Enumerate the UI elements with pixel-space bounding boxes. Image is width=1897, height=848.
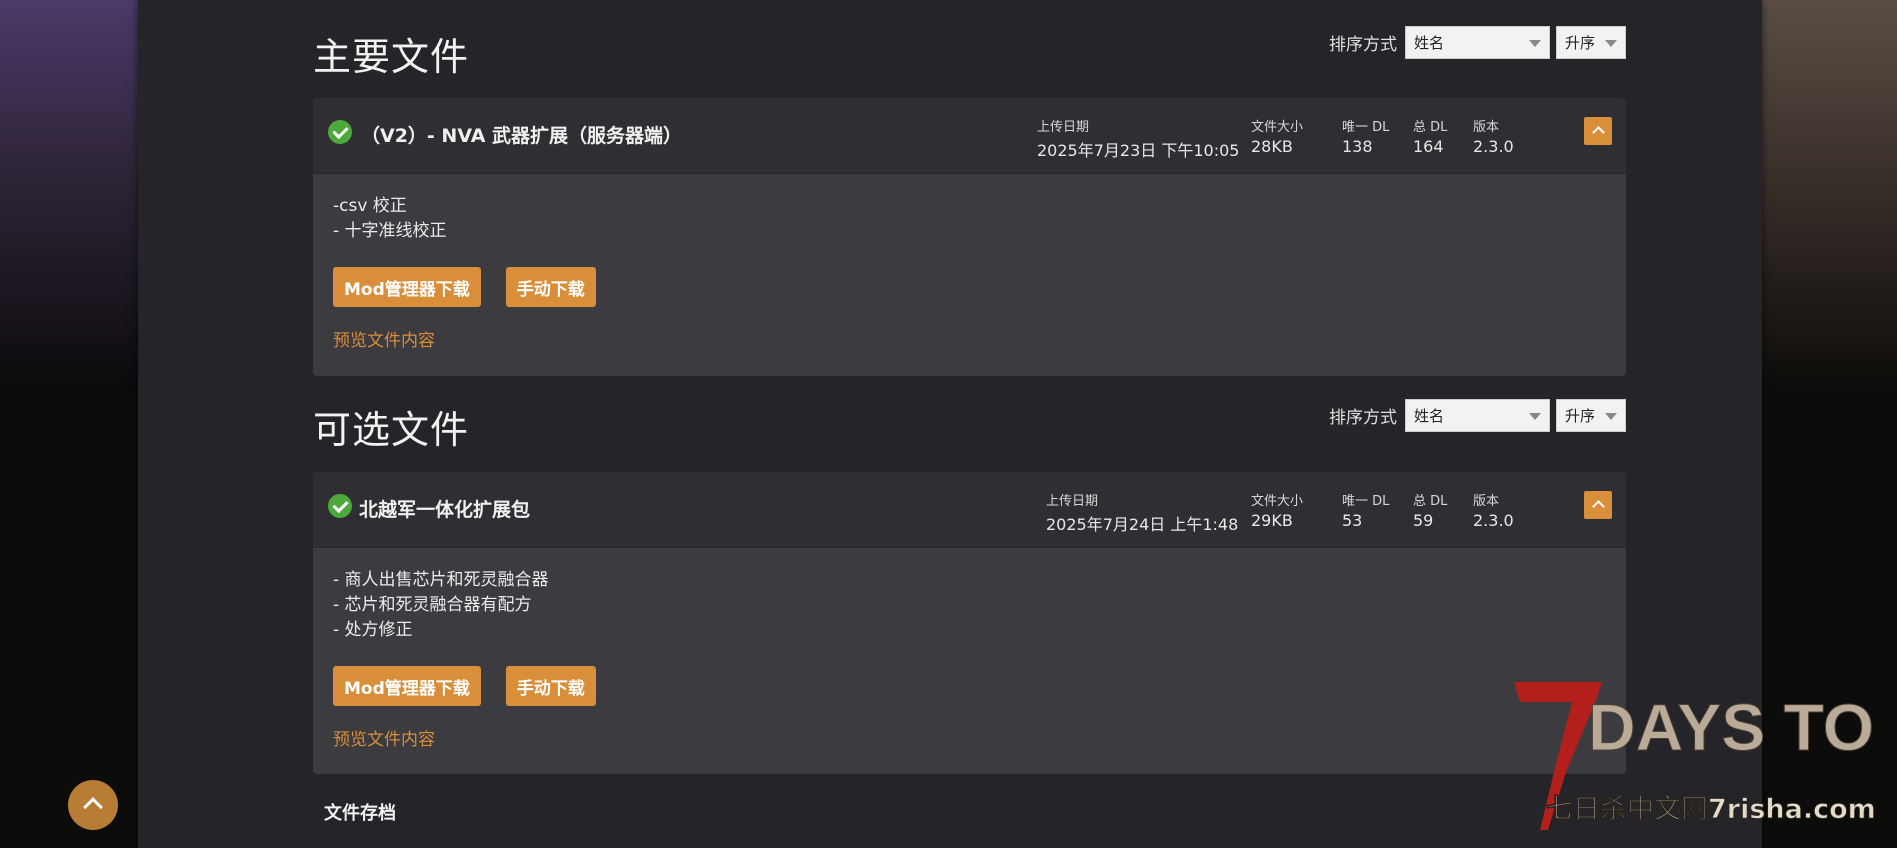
meta-label: 上传日期 — [1046, 494, 1099, 509]
section-title: 主要文件 — [313, 35, 470, 79]
description-line: -csv 校正 — [333, 196, 407, 216]
sort-label: 排序方式 — [1329, 408, 1397, 428]
file-body: - 商人出售芯片和死灵融合器 - 芯片和死灵融合器有配方 - 处方修正 Mod管… — [313, 548, 1626, 750]
unique-dl: 唯一 DL 53 — [1342, 490, 1389, 530]
meta-label: 版本 — [1473, 120, 1500, 135]
meta-value: 59 — [1413, 511, 1434, 530]
meta-value: 29KB — [1251, 511, 1293, 530]
meta-value: 53 — [1342, 511, 1363, 530]
caret-down-icon — [1605, 40, 1617, 47]
manual-download-button[interactable]: 手动下载 — [505, 666, 596, 706]
meta-label: 总 DL — [1413, 120, 1448, 135]
logo-sub-text: 七日杀中文网7risha.com — [1546, 793, 1876, 825]
check-circle-icon — [328, 120, 352, 144]
file-card: （V2）- NVA 武器扩展（服务器端） 上传日期 2025年7月23日 下午1… — [313, 98, 1626, 376]
background-right — [1762, 0, 1897, 390]
description-line: - 十字准线校正 — [333, 221, 447, 241]
download-buttons: Mod管理器下载 手动下载 — [333, 666, 1606, 706]
upload-date: 上传日期 2025年7月24日 上午1:48 — [1046, 490, 1238, 535]
meta-value: 138 — [1342, 137, 1373, 156]
sort-order-select[interactable]: 升序 — [1556, 26, 1626, 59]
preview-file-link[interactable]: 预览文件内容 — [333, 725, 1606, 750]
upload-date: 上传日期 2025年7月23日 下午10:05 — [1037, 116, 1239, 161]
mod-manager-download-button[interactable]: Mod管理器下载 — [333, 666, 481, 706]
sort-order-select[interactable]: 升序 — [1556, 399, 1626, 432]
meta-value: 2.3.0 — [1473, 511, 1514, 530]
caret-down-icon — [1529, 413, 1541, 420]
sort-by-value: 姓名 — [1414, 407, 1445, 425]
site-watermark-logo: DAYS TO DIE 七日杀中文网7risha.com — [1510, 672, 1897, 840]
file-name: （V2）- NVA 武器扩展（服务器端） — [361, 125, 683, 147]
meta-label: 版本 — [1473, 494, 1500, 509]
preview-file-link[interactable]: 预览文件内容 — [333, 326, 1606, 351]
file-size: 文件大小 29KB — [1251, 490, 1303, 530]
logo-graphic: DAYS TO DIE 七日杀中文网7risha.com — [1514, 682, 1897, 830]
check-circle-icon — [328, 494, 352, 518]
meta-value: 2.3.0 — [1473, 137, 1514, 156]
optional-files-header: 可选文件 排序方式 姓名 升序 — [313, 399, 1626, 459]
file-card: 北越军一体化扩展包 上传日期 2025年7月24日 上午1:48 文件大小 29… — [313, 472, 1626, 774]
meta-label: 总 DL — [1413, 494, 1448, 509]
meta-value: 164 — [1413, 137, 1444, 156]
meta-label: 文件大小 — [1251, 120, 1304, 135]
description-line: - 处方修正 — [333, 620, 413, 640]
meta-label: 唯一 DL — [1342, 120, 1390, 135]
sort-controls: 排序方式 姓名 升序 — [1329, 399, 1626, 432]
meta-label: 唯一 DL — [1342, 494, 1390, 509]
version: 版本 2.3.0 — [1473, 116, 1514, 156]
arrow-up-icon[interactable] — [68, 780, 118, 830]
chevron-up-icon[interactable] — [1584, 491, 1612, 519]
section-title: 可选文件 — [313, 408, 470, 452]
meta-value: 28KB — [1251, 137, 1293, 156]
file-header[interactable]: （V2）- NVA 武器扩展（服务器端） 上传日期 2025年7月23日 下午1… — [313, 98, 1626, 174]
manual-download-button[interactable]: 手动下载 — [505, 267, 596, 307]
sort-by-select[interactable]: 姓名 — [1405, 399, 1550, 432]
caret-down-icon — [1605, 413, 1617, 420]
unique-dl: 唯一 DL 138 — [1342, 116, 1389, 156]
sort-controls: 排序方式 姓名 升序 — [1329, 26, 1626, 59]
caret-down-icon — [1529, 40, 1541, 47]
meta-value: 2025年7月23日 下午10:05 — [1037, 141, 1240, 160]
main-files-header: 主要文件 排序方式 姓名 升序 — [313, 26, 1626, 86]
meta-label: 上传日期 — [1037, 120, 1090, 135]
mod-manager-download-button[interactable]: Mod管理器下载 — [333, 267, 481, 307]
background-left — [0, 0, 138, 390]
sort-label: 排序方式 — [1329, 35, 1397, 55]
file-body: -csv 校正 - 十字准线校正 Mod管理器下载 手动下载 预览文件内容 — [313, 174, 1626, 351]
logo-main-text: DAYS TO DIE — [1588, 690, 1890, 764]
sort-by-value: 姓名 — [1414, 34, 1445, 52]
file-name: 北越军一体化扩展包 — [359, 499, 531, 521]
version: 版本 2.3.0 — [1473, 490, 1514, 530]
sort-by-select[interactable]: 姓名 — [1405, 26, 1550, 59]
download-buttons: Mod管理器下载 手动下载 — [333, 267, 1606, 307]
meta-value: 2025年7月24日 上午1:48 — [1046, 515, 1239, 534]
chevron-up-icon[interactable] — [1584, 117, 1612, 145]
description-line: - 商人出售芯片和死灵融合器 — [333, 570, 549, 590]
sort-order-value: 升序 — [1565, 34, 1596, 52]
total-dl: 总 DL 164 — [1413, 116, 1447, 156]
file-archive-heading: 文件存档 — [324, 803, 396, 824]
file-header[interactable]: 北越军一体化扩展包 上传日期 2025年7月24日 上午1:48 文件大小 29… — [313, 472, 1626, 548]
file-size: 文件大小 28KB — [1251, 116, 1303, 156]
description-line: - 芯片和死灵融合器有配方 — [333, 595, 532, 615]
total-dl: 总 DL 59 — [1413, 490, 1447, 530]
meta-label: 文件大小 — [1251, 494, 1304, 509]
sort-order-value: 升序 — [1565, 407, 1596, 425]
